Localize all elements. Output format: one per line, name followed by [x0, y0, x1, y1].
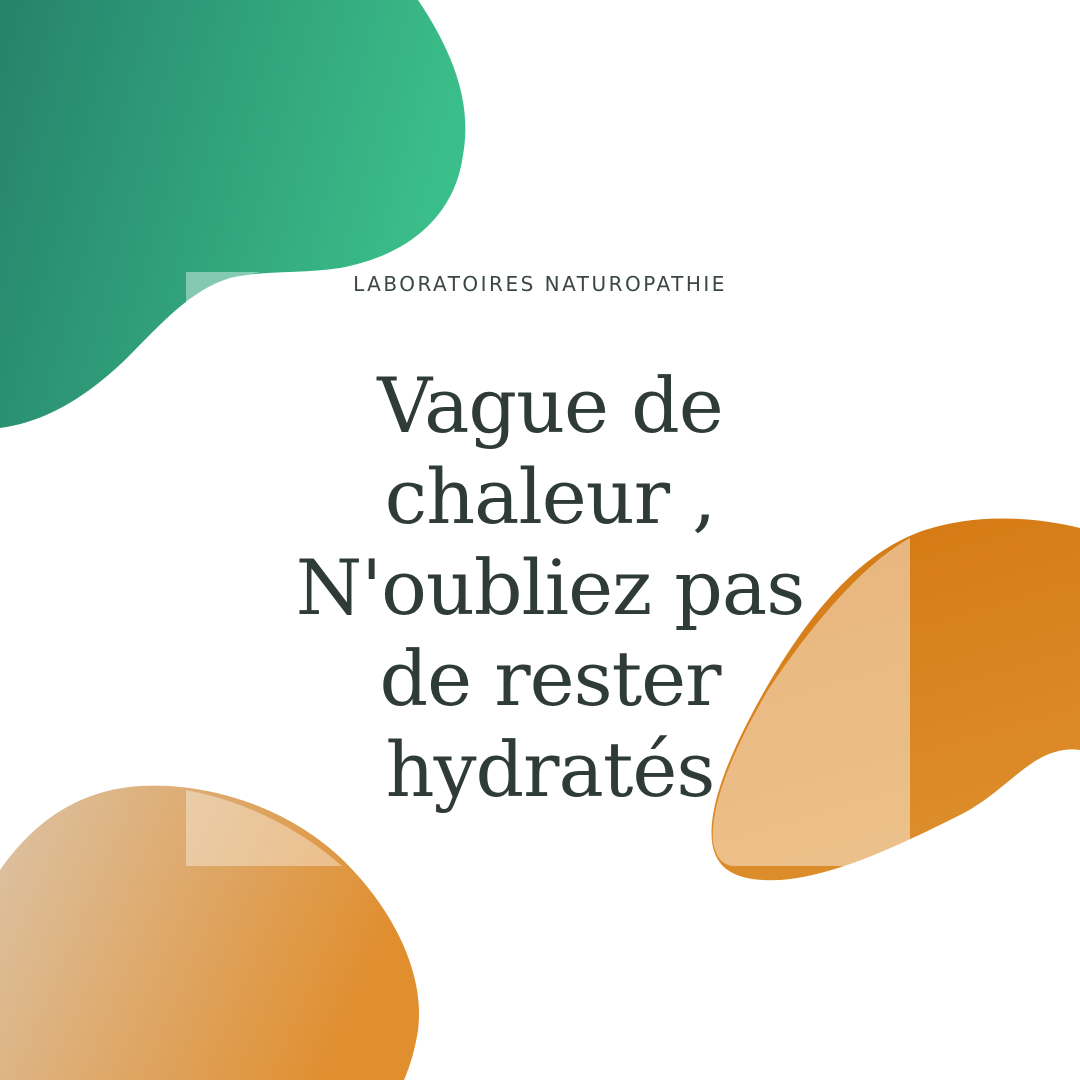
headline-line-4: de rester	[379, 634, 722, 723]
brand-name-text: LABORATOIRES NATUROPATHIE	[353, 272, 727, 296]
headline-line-1: Vague de	[377, 361, 724, 450]
headline-line-3: N'oubliez pas	[295, 543, 806, 632]
headline-line-2: chaleur ,	[384, 452, 717, 541]
brand-name: LABORATOIRES NATUROPATHIE	[0, 272, 1080, 296]
headline-line-5: hydratés	[385, 725, 716, 814]
headline: Vague de chaleur , N'oubliez pas de rest…	[290, 360, 810, 815]
